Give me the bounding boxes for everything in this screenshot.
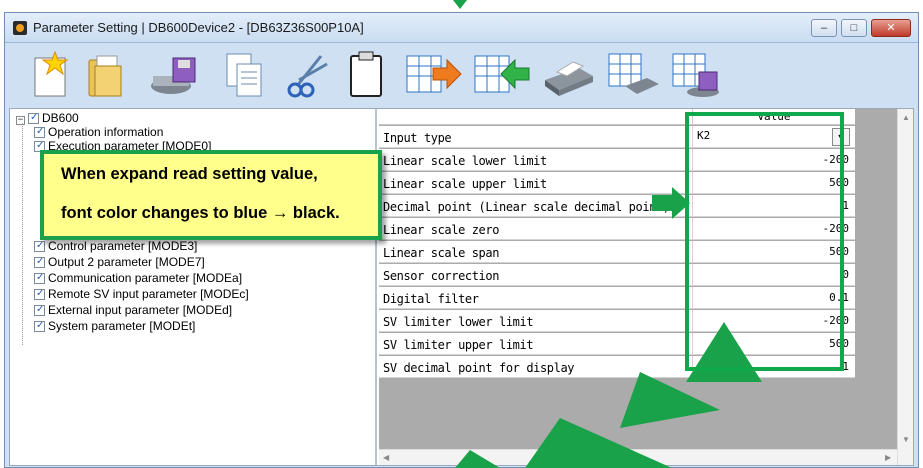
tree-item-output-2-parameter[interactable]: Output 2 parameter [MODE7] bbox=[34, 255, 205, 269]
scroll-down-icon[interactable]: ▼ bbox=[902, 435, 910, 444]
callout-note: When expand read setting value, font col… bbox=[40, 150, 382, 240]
tree-root[interactable]: − DB600 bbox=[16, 111, 79, 125]
title-bar[interactable]: Parameter Setting | DB600Device2 - [DB63… bbox=[5, 13, 918, 43]
grid-row[interactable]: Linear scale lower limit -200 bbox=[379, 149, 855, 171]
print-preview-icon[interactable] bbox=[605, 50, 663, 100]
app-window: Parameter Setting | DB600Device2 - [DB63… bbox=[4, 12, 919, 468]
app-icon bbox=[13, 21, 27, 35]
row-value[interactable]: 500 bbox=[692, 241, 855, 263]
dropdown-arrow-icon[interactable]: ▼ bbox=[832, 128, 850, 146]
callout-line-2: font color changes to blue → black. bbox=[61, 204, 340, 222]
row-label: Linear scale lower limit bbox=[383, 154, 547, 168]
tree-connector bbox=[22, 123, 23, 345]
row-value[interactable]: -200 bbox=[692, 218, 855, 240]
tree-item-operation-information[interactable]: Operation information bbox=[34, 125, 163, 139]
grid-row[interactable]: Linear scale zero -200 bbox=[379, 218, 855, 240]
grid-row[interactable]: Linear scale upper limit 500 bbox=[379, 172, 855, 194]
row-value[interactable]: -200 bbox=[692, 149, 855, 171]
row-value[interactable]: 0 bbox=[692, 264, 855, 286]
scroll-right-icon[interactable]: ▶ bbox=[885, 453, 891, 462]
row-label: Linear scale zero bbox=[383, 223, 500, 237]
row-label: Linear scale upper limit bbox=[383, 177, 547, 191]
value-column-header[interactable]: Value bbox=[692, 109, 855, 125]
input-type-select[interactable]: K2 bbox=[697, 129, 710, 142]
copy-icon[interactable] bbox=[221, 50, 269, 100]
window-title: Parameter Setting | DB600Device2 - [DB63… bbox=[33, 20, 364, 35]
row-value[interactable]: 1 bbox=[692, 356, 855, 378]
checkbox-icon[interactable] bbox=[34, 271, 45, 285]
read-from-device-icon[interactable] bbox=[403, 50, 463, 100]
horizontal-scrollbar[interactable]: ◀ ▶ bbox=[379, 449, 897, 465]
checkbox-icon[interactable] bbox=[34, 287, 45, 301]
row-label: Sensor correction bbox=[383, 269, 500, 283]
checkbox-icon[interactable] bbox=[34, 319, 45, 333]
paste-icon[interactable] bbox=[345, 50, 393, 100]
callout-line-1: When expand read setting value, bbox=[61, 165, 318, 183]
grid-row[interactable]: SV decimal point for display 1 bbox=[379, 356, 855, 378]
grid-row-input-type[interactable]: Input type K2 ▼ bbox=[379, 126, 855, 148]
row-value[interactable]: 500 bbox=[692, 333, 855, 355]
grid-row[interactable]: Linear scale span 500 bbox=[379, 241, 855, 263]
tree-item-control-parameter[interactable]: Control parameter [MODE3] bbox=[34, 239, 197, 253]
grid-row[interactable]: Digital filter 0.1 bbox=[379, 287, 855, 309]
write-to-device-icon[interactable] bbox=[471, 50, 531, 100]
row-label: SV limiter lower limit bbox=[383, 315, 534, 329]
tree-item-remote-sv-input-parameter[interactable]: Remote SV input parameter [MODEc] bbox=[34, 287, 249, 301]
row-label: Digital filter bbox=[383, 292, 479, 306]
top-pointer-icon bbox=[453, 0, 467, 9]
cut-icon[interactable] bbox=[283, 50, 331, 100]
grid-row[interactable]: Sensor correction 0 bbox=[379, 264, 855, 286]
row-label: Input type bbox=[383, 131, 452, 145]
row-label: SV decimal point for display bbox=[383, 361, 575, 375]
row-label: Linear scale span bbox=[383, 246, 500, 260]
checkbox-icon[interactable] bbox=[34, 255, 45, 269]
tree-item-label: System parameter [MODEt] bbox=[48, 319, 196, 333]
row-label: Decimal point (Linear scale decimal poin… bbox=[383, 200, 670, 214]
grid-header: Value bbox=[379, 109, 855, 125]
maximize-button[interactable]: □ bbox=[841, 19, 867, 37]
tree-item-communication-parameter[interactable]: Communication parameter [MODEa] bbox=[34, 271, 242, 285]
parameter-grid: Value Input type K2 ▼ Linear scale lower… bbox=[379, 109, 913, 465]
collapse-icon[interactable]: − bbox=[16, 116, 25, 125]
tree-item-label: External input parameter [MODEd] bbox=[48, 303, 233, 317]
grid-row[interactable]: Decimal point (Linear scale decimal poin… bbox=[379, 195, 855, 217]
save-disk-icon[interactable] bbox=[149, 50, 197, 100]
scroll-up-icon[interactable]: ▲ bbox=[902, 113, 910, 122]
toolbar bbox=[5, 44, 918, 106]
scroll-left-icon[interactable]: ◀ bbox=[383, 453, 389, 462]
tree-item-label: Remote SV input parameter [MODEc] bbox=[48, 287, 249, 301]
checkbox-icon[interactable] bbox=[28, 111, 39, 125]
open-folder-icon[interactable] bbox=[83, 50, 131, 100]
row-value[interactable]: 0.1 bbox=[692, 287, 855, 309]
tree-item-system-parameter[interactable]: System parameter [MODEt] bbox=[34, 319, 195, 333]
checkbox-icon[interactable] bbox=[34, 239, 45, 253]
grid-row[interactable]: SV limiter upper limit 500 bbox=[379, 333, 855, 355]
row-value[interactable]: 500 bbox=[692, 172, 855, 194]
row-value[interactable]: 1 bbox=[692, 195, 855, 217]
checkbox-icon[interactable] bbox=[34, 303, 45, 317]
new-file-icon[interactable] bbox=[27, 50, 75, 100]
row-value-cell[interactable] bbox=[692, 126, 855, 148]
tree-item-label: Operation information bbox=[48, 125, 164, 139]
tree-item-label: Communication parameter [MODEa] bbox=[48, 271, 243, 285]
tree-item-label: Control parameter [MODE3] bbox=[48, 239, 198, 253]
print-icon[interactable] bbox=[539, 50, 597, 100]
close-button[interactable]: ✕ bbox=[871, 19, 911, 37]
tree-item-label: Output 2 parameter [MODE7] bbox=[48, 255, 205, 269]
minimize-button[interactable]: – bbox=[811, 19, 837, 37]
row-value[interactable]: -200 bbox=[692, 310, 855, 332]
row-label: SV limiter upper limit bbox=[383, 338, 534, 352]
checkbox-icon[interactable] bbox=[34, 125, 45, 139]
grid-row[interactable]: SV limiter lower limit -200 bbox=[379, 310, 855, 332]
tree-item-external-input-parameter[interactable]: External input parameter [MODEd] bbox=[34, 303, 232, 317]
tree-root-label: DB600 bbox=[42, 111, 79, 125]
vertical-scrollbar[interactable]: ▲ ▼ bbox=[897, 109, 913, 465]
save-table-icon[interactable] bbox=[669, 50, 727, 100]
